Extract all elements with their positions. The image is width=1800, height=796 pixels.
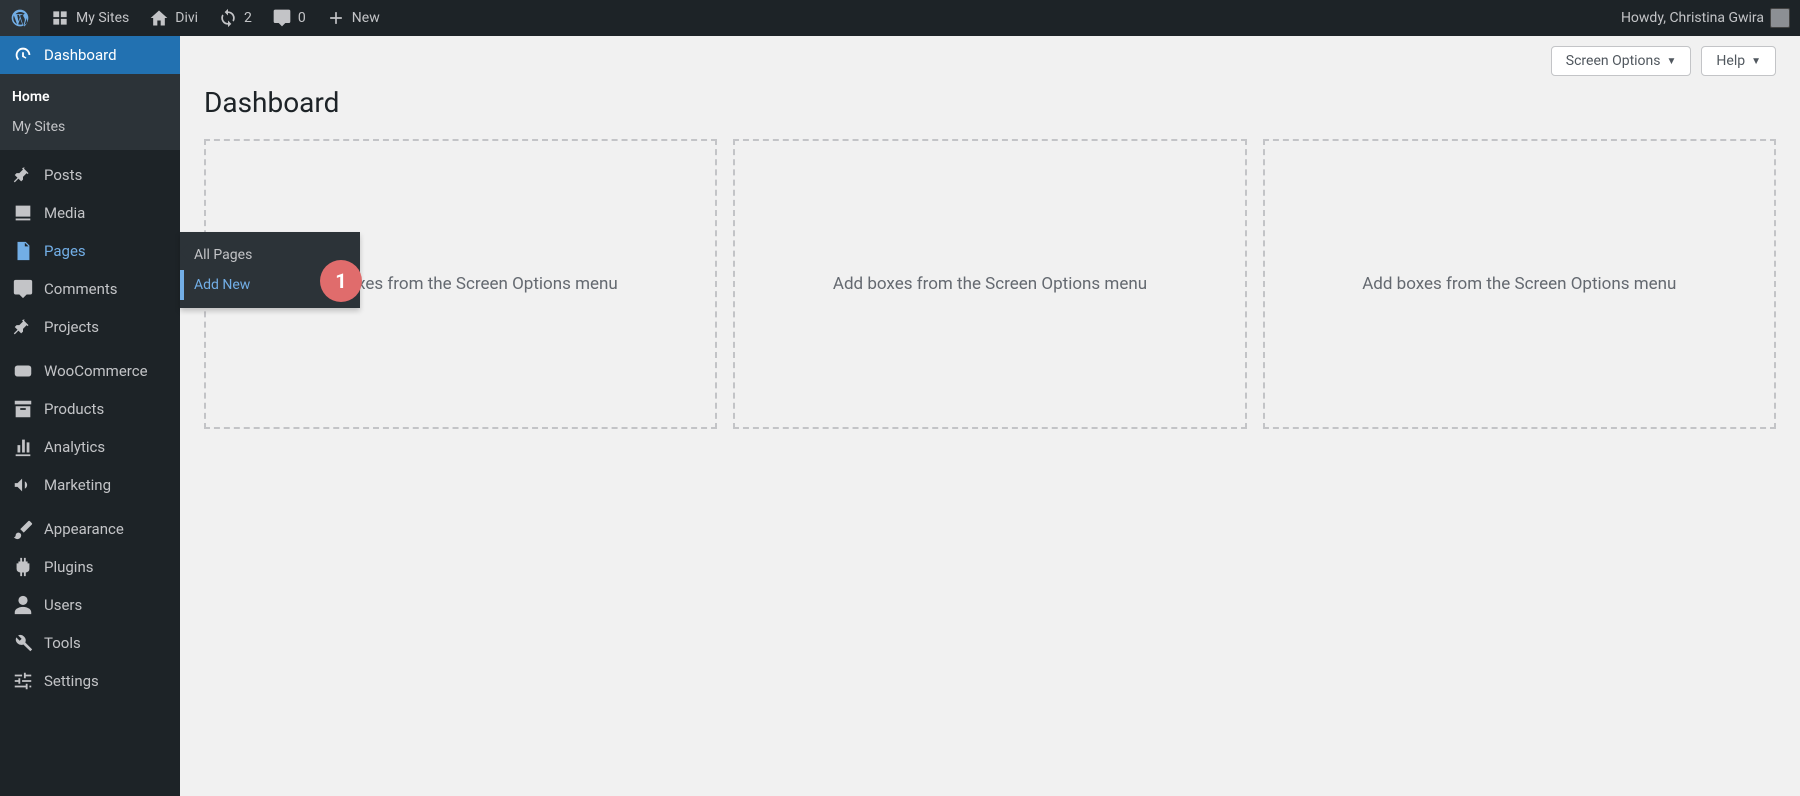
menu-pages-label: Pages (44, 242, 86, 260)
menu-posts[interactable]: Posts (0, 156, 180, 194)
network-icon (50, 8, 70, 28)
sliders-icon (12, 670, 34, 692)
new-content-menu[interactable]: New (316, 0, 390, 36)
comments-count: 0 (298, 10, 306, 26)
admin-bar-right: Howdy, Christina Gwira (1611, 0, 1800, 36)
menu-woocommerce-label: WooCommerce (44, 362, 148, 380)
wrench-icon (12, 632, 34, 654)
annotation-step-1: 1 (320, 260, 362, 302)
dashboard-icon (12, 44, 34, 66)
placeholder-box: Add boxes from the Screen Options menu (733, 139, 1246, 429)
my-account-menu[interactable]: Howdy, Christina Gwira (1611, 0, 1800, 36)
menu-marketing[interactable]: Marketing (0, 466, 180, 504)
howdy-label: Howdy, Christina Gwira (1621, 10, 1764, 26)
brush-icon (12, 518, 34, 540)
admin-sidebar: Dashboard Home My Sites Posts Media Page… (0, 36, 180, 796)
home-icon (149, 8, 169, 28)
top-row: Screen Options ▼ Help ▼ (204, 36, 1776, 76)
menu-woocommerce[interactable]: WooCommerce (0, 352, 180, 390)
menu-settings[interactable]: Settings (0, 662, 180, 700)
comments-icon (12, 278, 34, 300)
chevron-down-icon: ▼ (1751, 56, 1761, 67)
menu-appearance[interactable]: Appearance (0, 510, 180, 548)
menu-plugins-label: Plugins (44, 558, 93, 576)
woocommerce-icon (12, 360, 34, 382)
menu-dashboard-label: Dashboard (44, 46, 117, 64)
menu-dashboard[interactable]: Dashboard (0, 36, 180, 74)
page-icon (12, 240, 34, 262)
submenu-home[interactable]: Home (0, 82, 180, 112)
pin-icon (12, 164, 34, 186)
user-icon (12, 594, 34, 616)
menu-tools-label: Tools (44, 634, 81, 652)
menu-comments-label: Comments (44, 280, 118, 298)
dashboard-widgets: Add boxes from the Screen Options menu A… (204, 139, 1776, 429)
screen-options-button[interactable]: Screen Options ▼ (1551, 46, 1692, 76)
menu-projects[interactable]: Projects (0, 308, 180, 346)
menu-tools[interactable]: Tools (0, 624, 180, 662)
comment-icon (272, 8, 292, 28)
megaphone-icon (12, 474, 34, 496)
chevron-down-icon: ▼ (1667, 56, 1677, 67)
screen-options-label: Screen Options (1566, 53, 1661, 69)
menu-comments[interactable]: Comments (0, 270, 180, 308)
comments-menu[interactable]: 0 (262, 0, 316, 36)
archive-icon (12, 398, 34, 420)
site-name-label: Divi (175, 10, 198, 26)
menu-users[interactable]: Users (0, 586, 180, 624)
placeholder-box: Add boxes from the Screen Options menu (1263, 139, 1776, 429)
my-sites-label: My Sites (76, 10, 129, 26)
submenu-my-sites[interactable]: My Sites (0, 112, 180, 142)
new-label: New (352, 10, 380, 26)
menu-posts-label: Posts (44, 166, 82, 184)
menu-media-label: Media (44, 204, 85, 222)
help-button[interactable]: Help ▼ (1701, 46, 1776, 76)
menu-analytics[interactable]: Analytics (0, 428, 180, 466)
admin-bar-left: My Sites Divi 2 0 New (0, 0, 390, 36)
site-name-menu[interactable]: Divi (139, 0, 208, 36)
plus-icon (326, 8, 346, 28)
updates-menu[interactable]: 2 (208, 0, 262, 36)
chart-icon (12, 436, 34, 458)
wordpress-icon (10, 8, 30, 28)
help-label: Help (1716, 53, 1745, 69)
plug-icon (12, 556, 34, 578)
avatar (1770, 8, 1790, 28)
updates-count: 2 (244, 10, 252, 26)
menu-settings-label: Settings (44, 672, 99, 690)
menu-pages[interactable]: Pages All Pages Add New 1 (0, 232, 180, 270)
admin-bar: My Sites Divi 2 0 New (0, 0, 1800, 36)
page-title: Dashboard (204, 86, 1776, 119)
menu-products[interactable]: Products (0, 390, 180, 428)
menu-marketing-label: Marketing (44, 476, 111, 494)
submenu-dashboard: Home My Sites (0, 74, 180, 150)
menu-media[interactable]: Media (0, 194, 180, 232)
media-icon (12, 202, 34, 224)
menu-appearance-label: Appearance (44, 520, 124, 538)
content-area: Screen Options ▼ Help ▼ Dashboard Add bo… (180, 36, 1800, 796)
menu-analytics-label: Analytics (44, 438, 105, 456)
menu-products-label: Products (44, 400, 104, 418)
update-icon (218, 8, 238, 28)
pin-icon (12, 316, 34, 338)
menu-projects-label: Projects (44, 318, 99, 336)
menu-plugins[interactable]: Plugins (0, 548, 180, 586)
wp-logo-menu[interactable] (0, 0, 40, 36)
my-sites-menu[interactable]: My Sites (40, 0, 139, 36)
menu-users-label: Users (44, 596, 82, 614)
